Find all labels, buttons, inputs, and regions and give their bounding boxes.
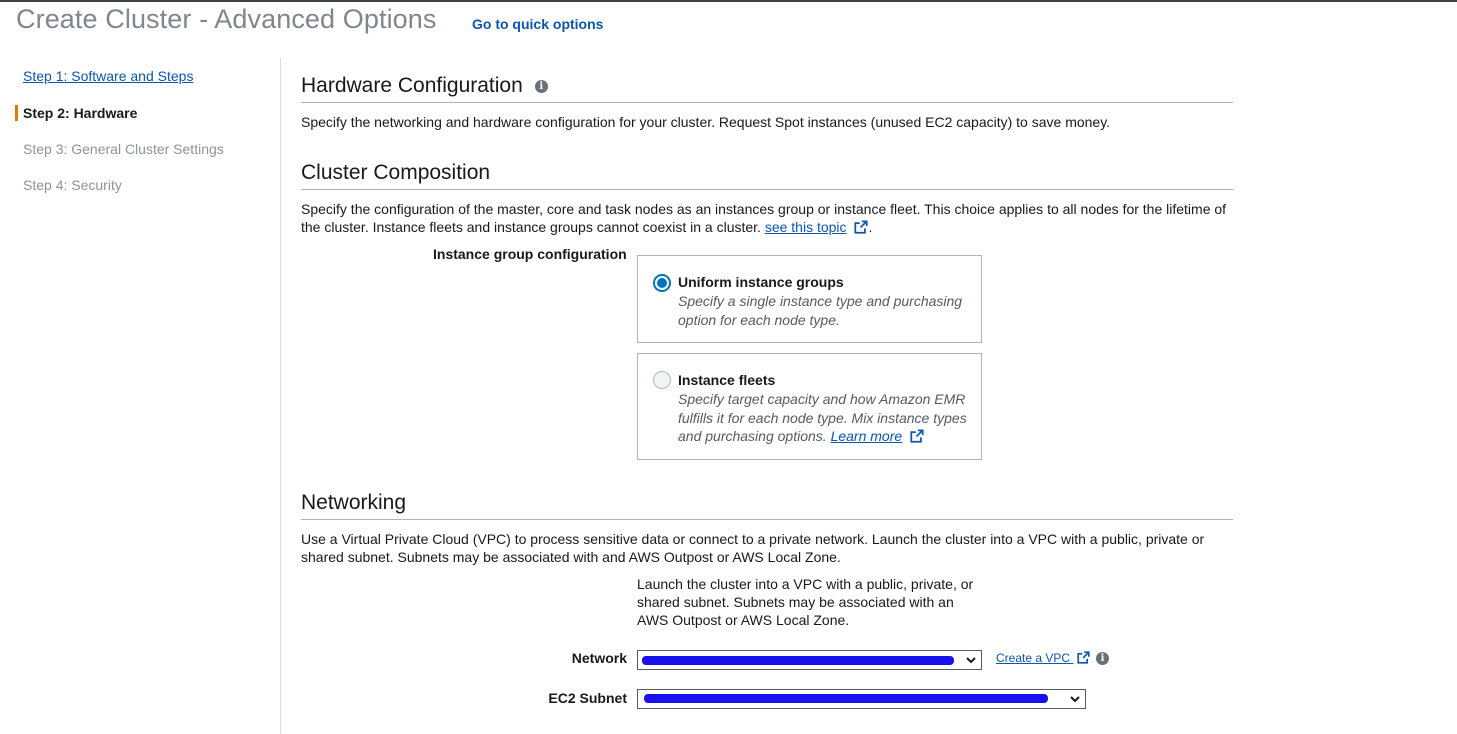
composition-period: . [868,219,873,235]
create-a-vpc-label: Create a VPC [996,651,1071,665]
redaction-mark [642,656,954,665]
instance-fleets-radio[interactable] [653,371,671,389]
ec2-subnet-label: EC2 Subnet [548,690,627,706]
step-4-security: Step 4: Security [23,177,122,193]
uniform-instance-groups-title: Uniform instance groups [678,274,844,290]
step-2-hardware: Step 2: Hardware [23,105,138,121]
instance-group-configuration-label: Instance group configuration [433,246,627,262]
redaction-mark [644,694,1048,703]
top-rule [0,0,1457,2]
external-link-icon[interactable] [854,220,868,234]
chevron-down-icon [966,657,976,664]
page-title: Create Cluster - Advanced Options [16,4,437,34]
instance-fleets-description: Specify target capacity and how Amazon E… [678,390,973,446]
uniform-instance-groups-description: Specify a single instance type and purch… [678,293,963,328]
active-step-marker [15,105,18,121]
go-to-quick-options-link[interactable]: Go to quick options [472,16,603,32]
hardware-heading-text: Hardware Configuration [301,74,523,97]
networking-note: Launch the cluster into a VPC with a pub… [637,576,974,628]
info-icon[interactable]: i [1096,652,1109,665]
step-1-software-and-steps[interactable]: Step 1: Software and Steps [23,68,193,84]
external-link-icon [1077,651,1090,664]
see-this-topic-link[interactable]: see this topic [765,219,847,235]
cluster-composition-heading: Cluster Composition [301,161,1233,190]
wizard-steps-sidebar: Step 1: Software and Steps Step 2: Hardw… [0,58,281,734]
uniform-instance-groups-radio[interactable] [653,274,671,292]
hardware-configuration-heading: Hardware Configuration i [301,74,1233,103]
external-link-icon[interactable] [910,429,924,443]
chevron-down-icon [1070,696,1080,703]
network-label: Network [571,650,627,666]
uniform-instance-groups-tile[interactable]: Uniform instance groups Specify a single… [637,255,982,343]
hardware-description: Specify the networking and hardware conf… [301,114,1111,130]
ec2-subnet-select[interactable] [637,689,1086,709]
instance-fleets-tile[interactable]: Instance fleets Specify target capacity … [637,353,982,460]
composition-description-text: Specify the configuration of the master,… [301,201,1227,235]
instance-fleets-title: Instance fleets [678,372,776,388]
learn-more-link[interactable]: Learn more [831,428,903,444]
networking-heading: Networking [301,491,1233,520]
info-icon[interactable]: i [534,79,548,93]
networking-description: Use a Virtual Private Cloud (VPC) to pro… [301,531,1205,565]
network-select[interactable] [637,650,982,670]
cluster-composition-description: Specify the configuration of the master,… [301,200,1233,236]
create-a-vpc-link[interactable]: Create a VPC [996,651,1090,665]
step-3-general-cluster-settings: Step 3: General Cluster Settings [23,141,224,157]
